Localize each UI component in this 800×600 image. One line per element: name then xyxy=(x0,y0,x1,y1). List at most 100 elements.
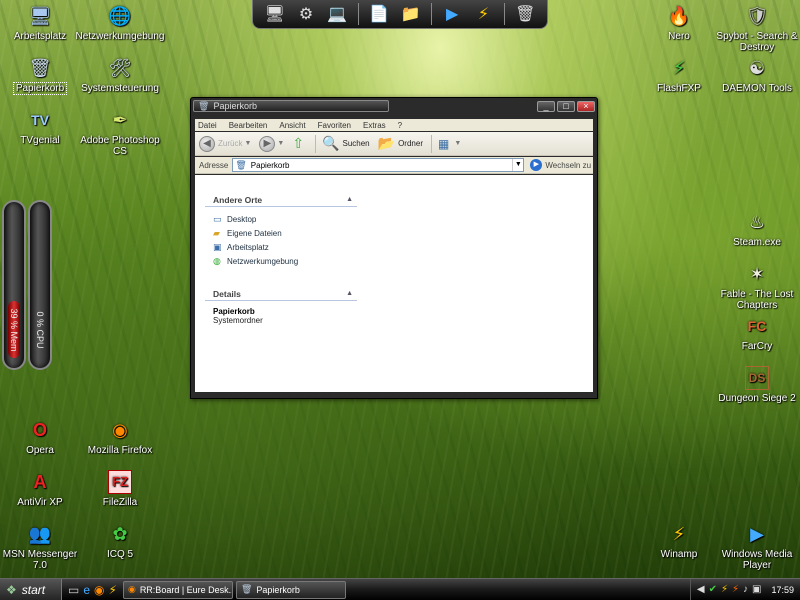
network-icon: ◍ xyxy=(213,255,221,266)
task-firefox[interactable]: ◉ RR:Board | Eure Desk... xyxy=(122,580,233,599)
close-button[interactable]: × xyxy=(577,100,595,112)
maximize-button[interactable]: □ xyxy=(557,100,575,112)
desktop-icon-papierkorb[interactable]: 🗑 Papierkorb xyxy=(0,56,83,95)
menu-datei[interactable]: Datei xyxy=(198,121,217,130)
memory-gauge-label: 39 % Mem xyxy=(9,308,19,352)
system-tray: ◀ ✔ ⚡ ⚡ ♪ ▣ 17:59 xyxy=(689,578,800,600)
ql-winamp-icon[interactable]: ⚡ xyxy=(109,583,117,597)
other-places-header[interactable]: Andere Orte ▲ xyxy=(205,193,357,207)
forward-button[interactable]: ▶ ▼ xyxy=(259,135,285,152)
recycle-bin-icon: 🗑 xyxy=(28,58,52,78)
toolbar-separator xyxy=(315,134,317,153)
tray-winamp-icon[interactable]: ⚡ xyxy=(721,584,728,595)
clock: 17:59 xyxy=(771,584,794,595)
dock-winamp-icon[interactable]: ⚡ xyxy=(473,3,495,25)
dock-computer-icon[interactable]: 🖥 xyxy=(264,3,286,25)
desktop-icon-filezilla[interactable]: FZ FileZilla xyxy=(77,470,163,508)
task-papierkorb[interactable]: 🗑 Papierkorb xyxy=(235,580,346,599)
address-input[interactable]: 🗑 Papierkorb ▼ xyxy=(232,158,525,172)
desktop-icon-tvgenial[interactable]: TV TVgenial xyxy=(0,108,83,146)
details-subtitle: Systemordner xyxy=(213,316,263,325)
other-place-my-documents[interactable]: ▰ Eigene Dateien xyxy=(213,226,357,240)
network-icon: 🌐 xyxy=(108,6,132,26)
desktop-icon-photoshop[interactable]: ✒ Adobe Photoshop CS xyxy=(77,108,163,157)
desktop-icon-fable[interactable]: ✶ Fable - The Lost Chapters xyxy=(714,262,800,311)
address-dropdown-button[interactable]: ▼ xyxy=(512,159,524,171)
opera-icon: O xyxy=(32,420,47,440)
desktop-icon-flashfxp[interactable]: ⚡ FlashFXP xyxy=(636,56,722,94)
dock-folder-icon[interactable]: 📁 xyxy=(399,3,421,25)
search-button[interactable]: 🔍 Suchen xyxy=(322,135,370,152)
desktop-icon-firefox[interactable]: ◉ Mozilla Firefox xyxy=(77,418,163,456)
desktop-icon-netzwerkumgebung[interactable]: 🌐 Netzwerkumgebung xyxy=(76,4,165,42)
computer-icon: ▣ xyxy=(213,241,222,252)
dock-media-player-icon[interactable]: ▶ xyxy=(441,3,463,25)
computer-icon: 🖥 xyxy=(28,6,52,26)
antivir-icon: A xyxy=(33,472,47,492)
ql-desktop-icon[interactable]: ▭ xyxy=(68,583,79,597)
quicklaunch-dock: 🖥 ⚙ 💻 📄 📁 ▶ ⚡ 🗑 xyxy=(252,0,548,29)
desktop-icon-systemsteuerung[interactable]: 🛠 Systemsteuerung xyxy=(77,56,163,94)
desktop-icon-antivir[interactable]: A AntiVir XP xyxy=(0,470,83,508)
other-places-panel: Andere Orte ▲ ▭ Desktop ▰ Eigene Dateien… xyxy=(205,193,357,268)
title-bar[interactable]: 🗑 Papierkorb _ □ × xyxy=(193,100,595,112)
other-place-computer[interactable]: ▣ Arbeitsplatz xyxy=(213,240,357,254)
ql-firefox-icon[interactable]: ◉ xyxy=(94,583,104,597)
ql-ie-icon[interactable]: e xyxy=(83,583,90,597)
desktop-icon-nero[interactable]: 🔥 Nero xyxy=(636,4,722,42)
collapse-chevron-icon[interactable]: ▲ xyxy=(346,196,353,203)
back-arrow-icon: ◀ xyxy=(199,135,215,152)
winamp-icon: ⚡ xyxy=(672,524,686,544)
menu-bearbeiten[interactable]: Bearbeiten xyxy=(229,121,268,130)
desktop-icon-spybot[interactable]: 🛡 Spybot - Search & Destroy xyxy=(714,4,800,53)
dock-documents-icon[interactable]: 📄 xyxy=(368,3,390,25)
desktop-icon-icq[interactable]: ✿ ICQ 5 xyxy=(77,522,163,560)
desktop-icon-winamp[interactable]: ⚡ Winamp xyxy=(636,522,722,560)
dock-notebook-icon[interactable]: 💻 xyxy=(326,3,348,25)
desktop-icon-daemon-tools[interactable]: ☯ DAEMON Tools xyxy=(714,56,800,94)
desktop-icon-arbeitsplatz[interactable]: 🖥 Arbeitsplatz xyxy=(0,4,83,42)
other-place-desktop[interactable]: ▭ Desktop xyxy=(213,212,357,226)
forward-arrow-icon: ▶ xyxy=(259,135,276,152)
go-button[interactable]: ▶ Wechseln zu xyxy=(530,159,591,171)
menu-ansicht[interactable]: Ansicht xyxy=(279,121,305,130)
folder-content: Andere Orte ▲ ▭ Desktop ▰ Eigene Dateien… xyxy=(195,175,593,392)
collapse-chevron-icon[interactable]: ▲ xyxy=(346,290,353,297)
up-button[interactable]: ⇧ xyxy=(292,135,307,152)
other-place-network[interactable]: ◍ Netzwerkumgebung xyxy=(213,254,357,268)
tray-expand-icon[interactable]: ◀ xyxy=(697,584,705,595)
desktop-icon-msn-messenger[interactable]: 👥 MSN Messenger 7.0 xyxy=(0,522,83,571)
tray-network-icon[interactable]: ▣ xyxy=(752,584,761,595)
address-bar: Adresse 🗑 Papierkorb ▼ ▶ Wechseln zu xyxy=(195,157,593,174)
taskbar: ❖ start ▭ e ◉ ⚡ ◉ RR:Board | Eure Desk..… xyxy=(0,578,800,600)
back-button[interactable]: ◀ Zurück ▼ xyxy=(199,135,251,152)
window-title: 🗑 Papierkorb xyxy=(193,100,389,112)
desktop-icon-media-player[interactable]: ▶ Windows Media Player xyxy=(714,522,800,571)
dock-settings-icon[interactable]: ⚙ xyxy=(295,3,317,25)
menu-help[interactable]: ? xyxy=(398,121,402,130)
tvgenial-icon: TV xyxy=(31,112,49,128)
desktop-icon-farcry[interactable]: FC FarCry xyxy=(714,314,800,352)
menu-extras[interactable]: Extras xyxy=(363,121,386,130)
minimize-button[interactable]: _ xyxy=(537,100,555,112)
fable-icon: ✶ xyxy=(749,264,765,284)
desktop-icon-opera[interactable]: O Opera xyxy=(0,418,83,456)
dock-recycle-bin-icon[interactable]: 🗑 xyxy=(514,3,536,25)
chevron-down-icon: ▼ xyxy=(277,140,285,147)
recycle-bin-icon: 🗑 xyxy=(235,159,247,170)
views-button[interactable]: ▦ ▼ xyxy=(438,137,461,151)
desktop-icon-dungeon-siege[interactable]: DS Dungeon Siege 2 xyxy=(714,366,800,404)
tray-volume-icon[interactable]: ♪ xyxy=(743,584,748,595)
windows-logo-icon: ❖ xyxy=(6,582,17,597)
folders-button[interactable]: 📂 Ordner xyxy=(378,135,423,152)
control-panel-icon: 🛠 xyxy=(108,58,132,78)
menu-favoriten[interactable]: Favoriten xyxy=(318,121,351,130)
desktop-icon-steam[interactable]: ♨ Steam.exe xyxy=(714,210,800,248)
tray-safely-remove-icon[interactable]: ✔ xyxy=(709,584,717,595)
start-button[interactable]: ❖ start xyxy=(0,578,62,600)
farcry-icon: FC xyxy=(747,318,767,334)
icq-icon: ✿ xyxy=(112,524,128,544)
details-header[interactable]: Details ▲ xyxy=(205,287,357,301)
tray-flash-icon[interactable]: ⚡ xyxy=(732,584,739,595)
memory-gauge: 39 % Mem xyxy=(2,200,26,370)
